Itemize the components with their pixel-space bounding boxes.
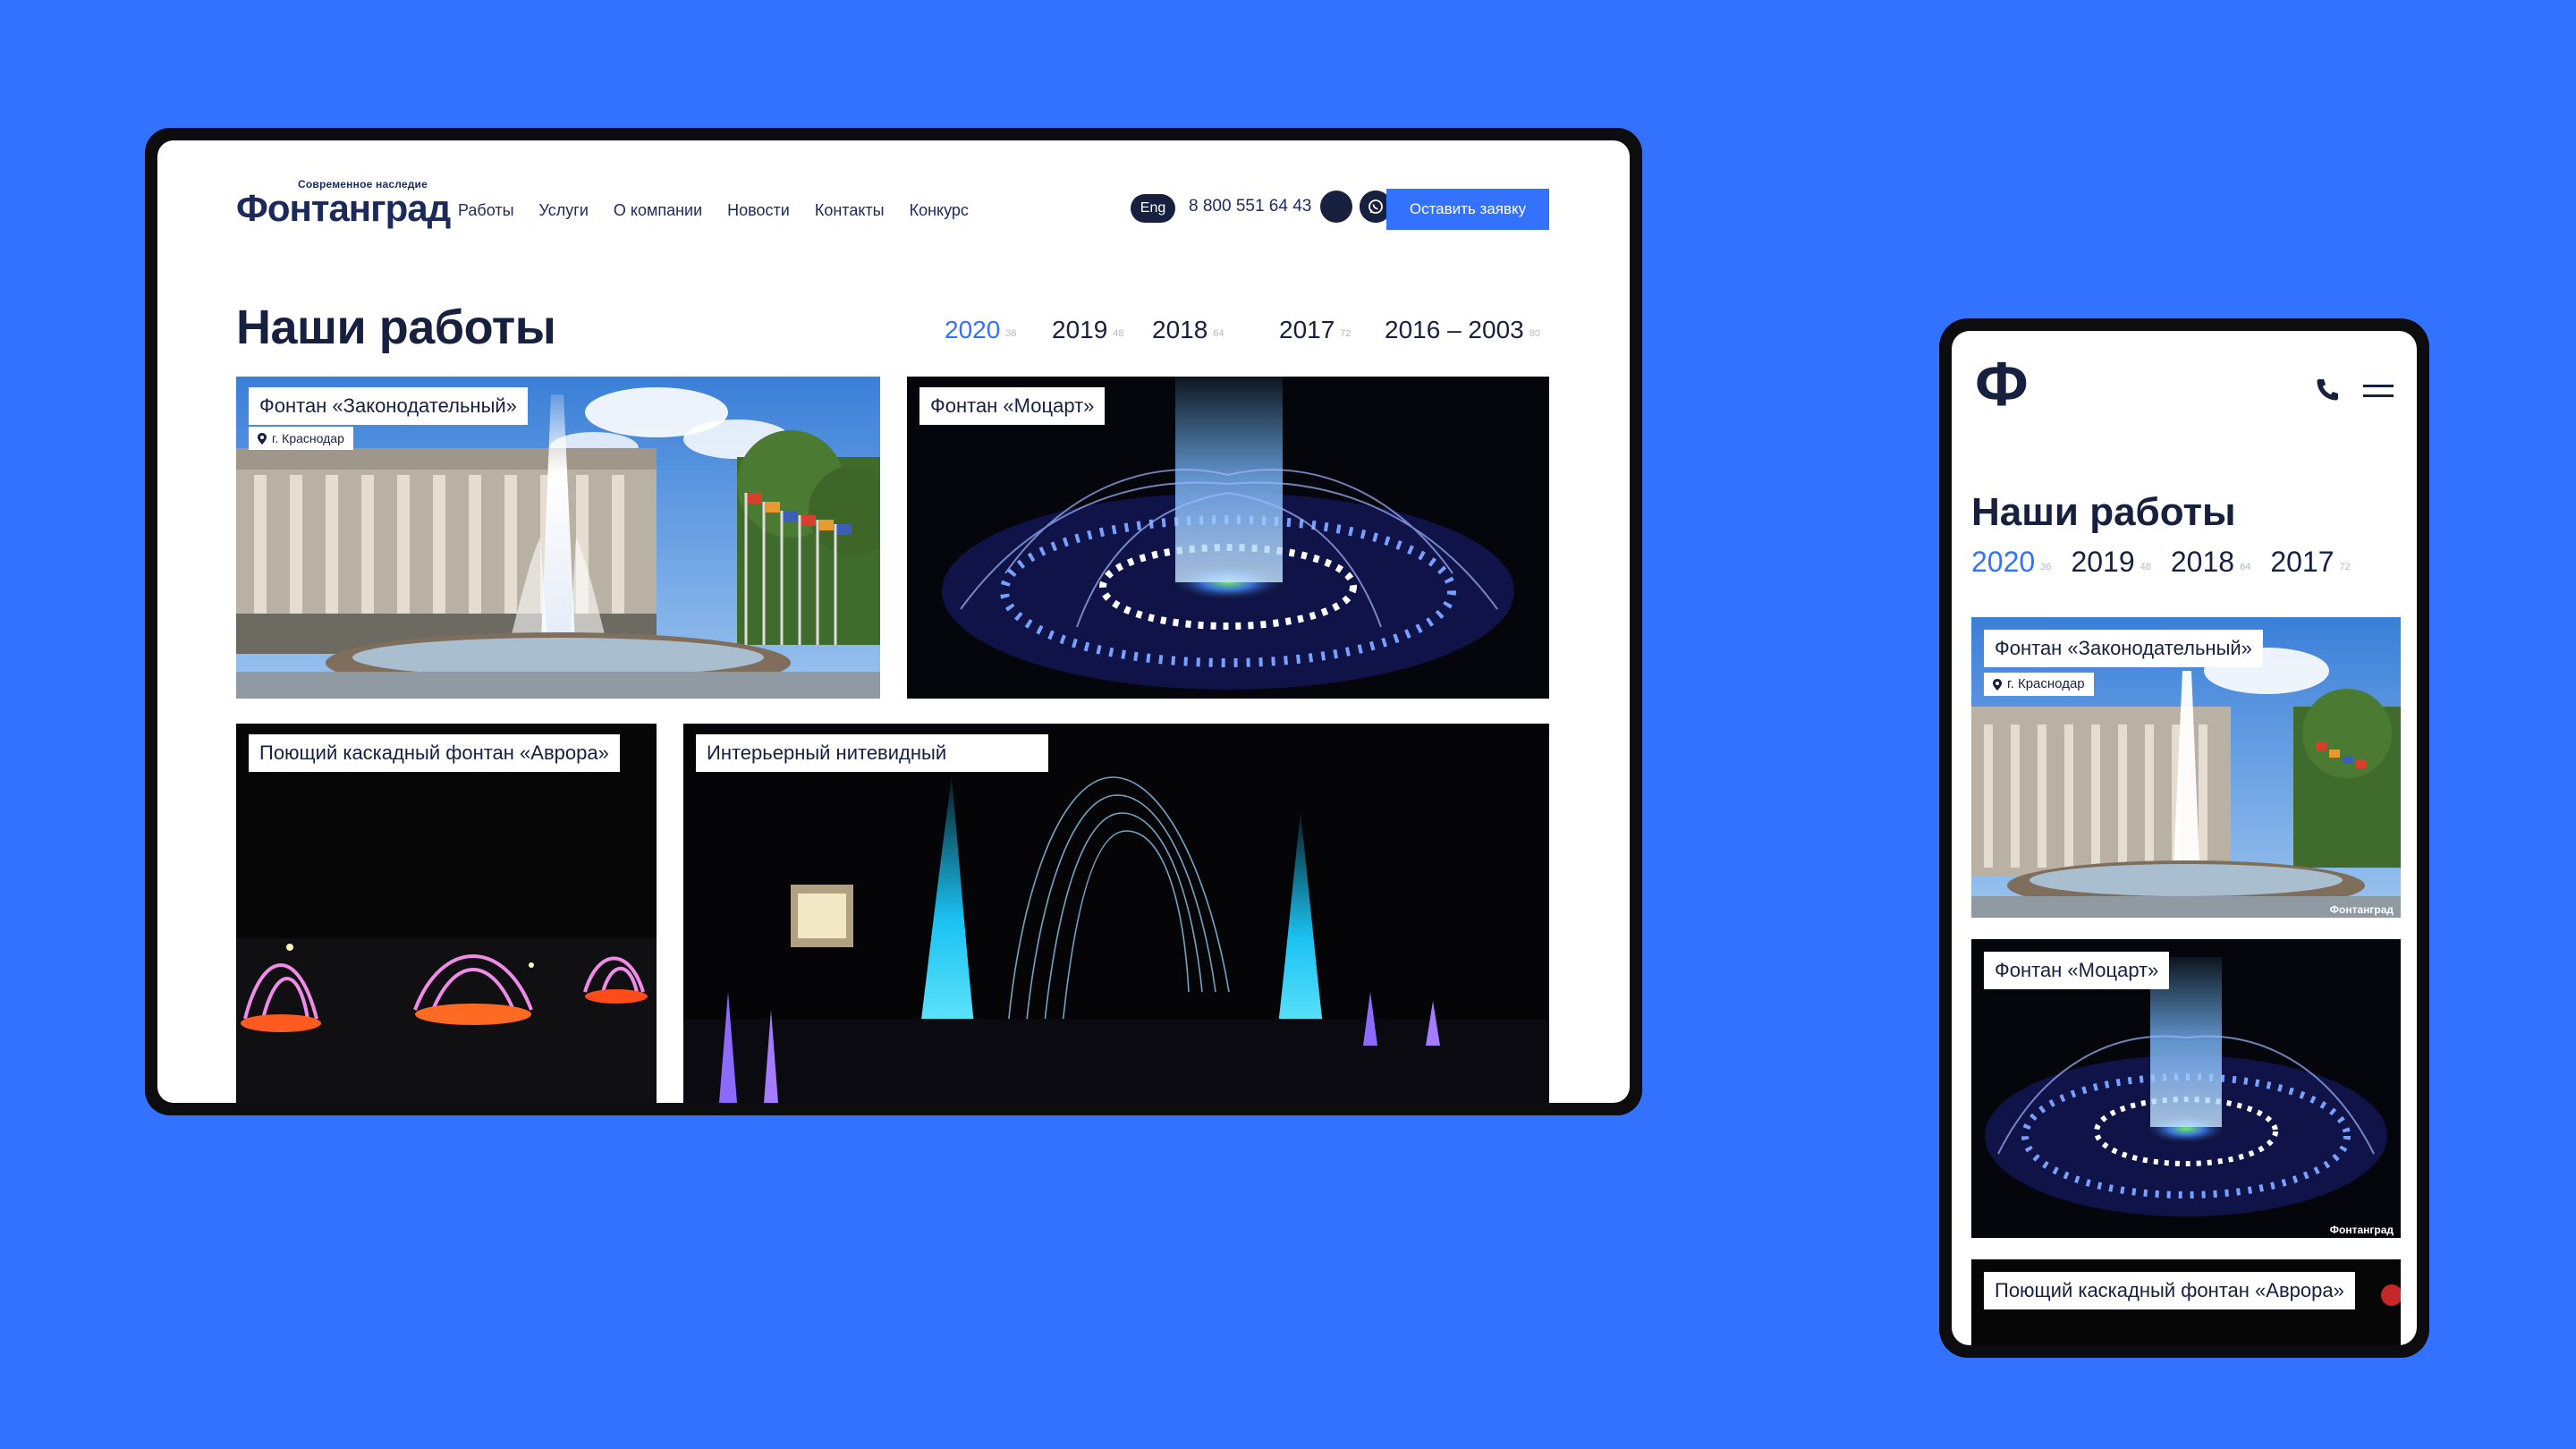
card-title: Фонтан «Моцарт» (919, 387, 1106, 425)
year-count: 80 (1529, 328, 1540, 339)
nav-item-about[interactable]: О компании (614, 201, 702, 220)
year-label: 2018 (1152, 316, 1208, 343)
work-card-aurora[interactable]: Поющий каскадный фонтан «Аврора» (1971, 1259, 2401, 1345)
main-nav: Работы Услуги О компании Новости Контакт… (458, 201, 969, 220)
work-card-mozart[interactable]: Фонтан «Моцарт» (907, 377, 1549, 699)
fountain-photo (907, 377, 1549, 699)
fountain-photo (683, 724, 1549, 1103)
year-count: 72 (2339, 562, 2351, 572)
work-card-legislative[interactable]: Фонтан «Законодательный» г. Краснодар (236, 377, 880, 699)
nav-item-works[interactable]: Работы (458, 201, 514, 220)
year-filter-2017[interactable]: 2017 (2270, 546, 2334, 579)
year-count: 36 (1005, 328, 1017, 339)
fountain-photo (236, 377, 880, 699)
year-count: 36 (2040, 562, 2052, 572)
card-title: Фонтан «Законодательный» (249, 387, 528, 425)
card-title: Фонтан «Законодательный» (1984, 630, 2263, 667)
year-filter-2017[interactable]: 2017 72 (1279, 316, 1352, 344)
year-label: 2020 (945, 316, 1001, 343)
pin-icon (1993, 678, 2002, 691)
nav-item-news[interactable]: Новости (727, 201, 790, 220)
mobile-logo[interactable]: Ф (1975, 352, 2029, 415)
desktop-device: Современное наследие Фонтанград Работы У… (145, 128, 1642, 1115)
work-card-legislative[interactable]: Фонтан «Законодательный» г. Краснодар Фо… (1971, 617, 2401, 918)
year-filter: 2020 36 2019 48 2018 64 2017 72 (1971, 546, 2370, 579)
year-filter-2020[interactable]: 2020 (1971, 546, 2035, 579)
year-label: 2016 – 2003 (1385, 316, 1524, 343)
page-title: Наши работы (1971, 490, 2236, 534)
year-filter-2016-2003[interactable]: 2016 – 2003 80 (1385, 316, 1540, 344)
photo-watermark: Фонтанград (2329, 1224, 2394, 1236)
year-filter-2020[interactable]: 2020 36 (945, 316, 1017, 344)
mobile-device: Ф Наши работы 2020 36 2019 48 2018 64 20… (1939, 318, 2429, 1358)
telegram-icon-alt (1320, 191, 1352, 223)
nav-item-contacts[interactable]: Контакты (815, 201, 885, 220)
location-text: г. Краснодар (272, 431, 344, 445)
pin-icon (258, 432, 267, 445)
logo[interactable]: Фонтанград (236, 187, 451, 230)
location-text: г. Краснодар (2007, 676, 2085, 691)
year-count: 64 (1213, 328, 1224, 339)
year-filter-2019[interactable]: 2019 (2071, 546, 2134, 579)
mobile-screen: Ф Наши работы 2020 36 2019 48 2018 64 20… (1952, 331, 2417, 1345)
photo-watermark: Фонтанград (2329, 903, 2394, 916)
submit-request-button[interactable]: Оставить заявку (1386, 189, 1549, 230)
nav-item-services[interactable]: Услуги (539, 201, 589, 220)
fountain-photo (236, 724, 657, 1103)
year-label: 2017 (1279, 316, 1335, 343)
year-filter-2018[interactable]: 2018 (2171, 546, 2234, 579)
year-filter-2019[interactable]: 2019 48 (1052, 316, 1124, 344)
menu-icon[interactable] (2363, 381, 2394, 405)
language-switch[interactable]: Eng (1131, 194, 1175, 223)
phone-number[interactable]: 8 800 551 64 43 (1189, 197, 1311, 216)
card-title: Интерьерный нитевидный (696, 734, 1048, 772)
nav-item-contest[interactable]: Конкурс (910, 201, 969, 220)
year-count: 72 (1340, 328, 1352, 339)
year-filter-2018[interactable]: 2018 64 (1152, 316, 1224, 344)
year-count: 48 (2140, 562, 2151, 572)
year-count: 48 (1113, 328, 1124, 339)
page-title: Наши работы (236, 301, 556, 354)
card-title: Поющий каскадный фонтан «Аврора» (1984, 1272, 2355, 1309)
phone-icon[interactable] (2313, 376, 2342, 409)
card-location: г. Краснодар (249, 427, 353, 450)
work-card-aurora[interactable]: Поющий каскадный фонтан «Аврора» (236, 724, 657, 1103)
card-title: Поющий каскадный фонтан «Аврора» (249, 734, 620, 772)
work-card-interior[interactable]: Интерьерный нитевидный (683, 724, 1549, 1103)
desktop-screen: Современное наследие Фонтанград Работы У… (157, 140, 1630, 1103)
year-count: 64 (2240, 562, 2251, 572)
work-card-mozart[interactable]: Фонтан «Моцарт» Фонтанград (1971, 939, 2401, 1238)
year-label: 2019 (1052, 316, 1108, 343)
card-title: Фонтан «Моцарт» (1984, 952, 2170, 989)
card-location: г. Краснодар (1984, 673, 2094, 696)
